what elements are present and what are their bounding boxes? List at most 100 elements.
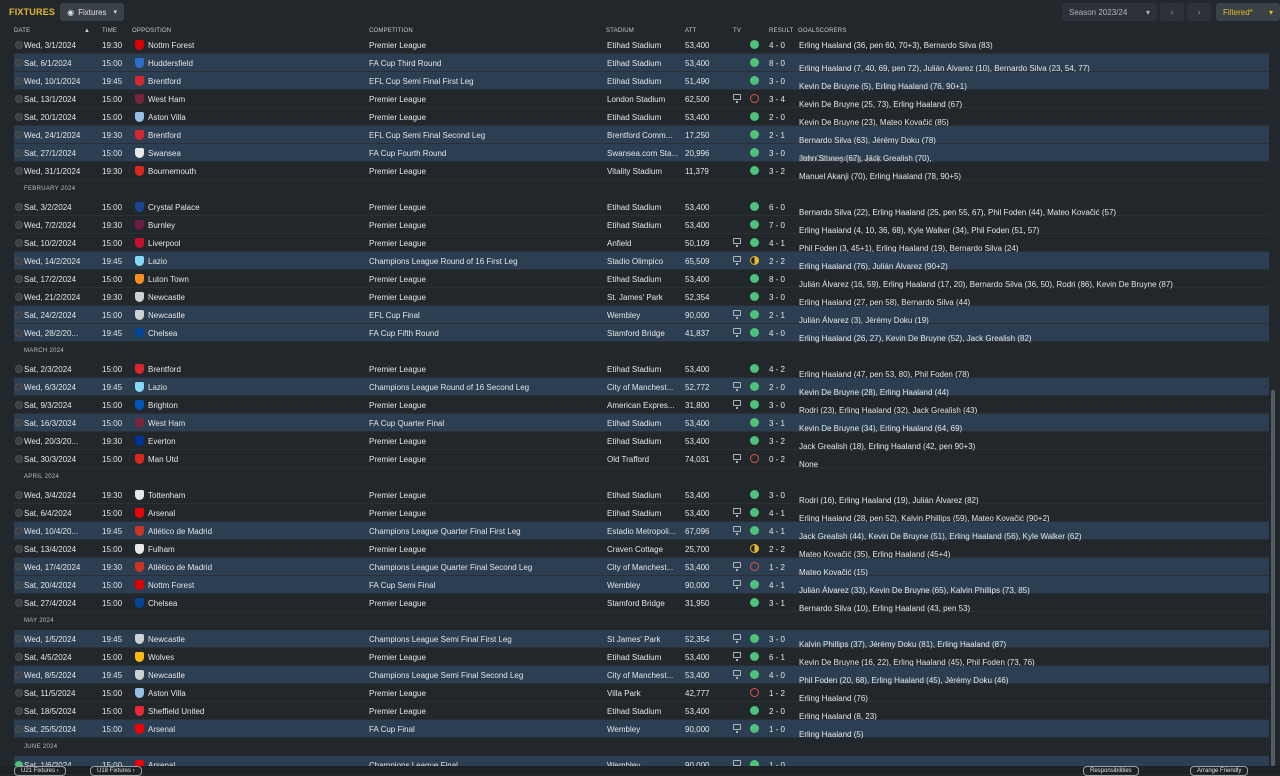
row-opposition[interactable]: Brentford: [148, 365, 181, 374]
row-opposition[interactable]: Brighton: [148, 401, 178, 410]
row-opposition[interactable]: West Ham: [148, 95, 185, 104]
row-competition[interactable]: Premier League: [369, 689, 426, 698]
table-row[interactable]: Sat, 4/5/2024 15:00 Wolves Premier League Et…: [14, 648, 1269, 667]
view-selector[interactable]: ◉ Fixtures ▾: [60, 3, 125, 21]
season-selector[interactable]: Season 2023/24 ▾: [1062, 3, 1157, 21]
row-competition[interactable]: Champions League Round of 16 Second Leg: [369, 383, 529, 392]
row-competition[interactable]: EFL Cup Final: [369, 311, 420, 320]
row-competition[interactable]: FA Cup Semi Final: [369, 581, 435, 590]
responsibilities-button[interactable]: Responsibilities: [1083, 766, 1139, 776]
table-row[interactable]: Wed, 21/2/2024 19:30 Newcastle Premier Leag…: [14, 288, 1269, 307]
row-opposition[interactable]: Burnley: [148, 221, 175, 230]
table-row[interactable]: Wed, 1/5/2024 19:45 Newcastle Champions Lea…: [14, 630, 1269, 649]
table-row[interactable]: Sat, 9/3/2024 15:00 Brighton Premier League…: [14, 396, 1269, 415]
row-opposition[interactable]: Everton: [148, 437, 176, 446]
arrange-friendly-button[interactable]: Arrange Friendly: [1190, 766, 1249, 776]
row-competition[interactable]: Premier League: [369, 653, 426, 662]
row-competition[interactable]: Premier League: [369, 203, 426, 212]
table-row[interactable]: Sat, 13/1/2024 15:00 West Ham Premier Leagu…: [14, 90, 1269, 109]
table-row-partial[interactable]: Wed, 3/1/2024 19:30 Nottm Forest Premier…: [14, 36, 1269, 54]
row-competition[interactable]: Premier League: [369, 221, 426, 230]
row-competition[interactable]: Premier League: [369, 95, 426, 104]
table-row[interactable]: Sat, 27/1/2024 15:00 Swansea FA Cup Fourth …: [14, 144, 1269, 163]
row-opposition[interactable]: Newcastle: [148, 635, 185, 644]
table-row[interactable]: Sat, 11/5/2024 15:00 Aston Villa Premier Le…: [14, 684, 1269, 703]
row-opposition[interactable]: Arsenal: [148, 725, 175, 734]
row-competition[interactable]: EFL Cup Semi Final Second Leg: [369, 131, 485, 140]
row-opposition[interactable]: Wolves: [148, 653, 174, 662]
row-opposition[interactable]: Nottm Forest: [148, 581, 194, 590]
row-opposition[interactable]: Newcastle: [148, 311, 185, 320]
row-opposition[interactable]: Man Utd: [148, 455, 178, 464]
row-competition[interactable]: Champions League Semi Final First Leg: [369, 635, 512, 644]
row-competition[interactable]: EFL Cup Semi Final First Leg: [369, 77, 474, 86]
table-row[interactable]: Sat, 30/3/2024 15:00 Man Utd Premier League…: [14, 450, 1269, 469]
row-competition[interactable]: Champions League Round of 16 First Leg: [369, 257, 518, 266]
u21-fixtures-button[interactable]: U21 Fixtures ›: [14, 766, 66, 776]
row-opposition[interactable]: West Ham: [148, 419, 185, 428]
row-competition[interactable]: Premier League: [369, 491, 426, 500]
row-competition[interactable]: Premier League: [369, 599, 426, 608]
row-opposition[interactable]: Tottenham: [148, 491, 185, 500]
row-opposition[interactable]: Swansea: [148, 149, 181, 158]
table-row[interactable]: Sat, 17/2/2024 15:00 Luton Town Premier Lea…: [14, 270, 1269, 289]
table-row[interactable]: Wed, 8/5/2024 19:45 Newcastle Champions Lea…: [14, 666, 1269, 685]
table-row[interactable]: Wed, 17/4/2024 19:30 Atlético de Madrid Cha…: [14, 558, 1269, 577]
row-opposition[interactable]: Aston Villa: [148, 113, 186, 122]
table-row[interactable]: Wed, 3/4/2024 19:30 Tottenham Premier Leagu…: [14, 486, 1269, 505]
table-row[interactable]: Sat, 2/3/2024 15:00 Brentford Premier Leagu…: [14, 360, 1269, 379]
filter-button[interactable]: Filtered* ▾: [1216, 3, 1280, 21]
row-opposition[interactable]: Luton Town: [148, 275, 189, 284]
row-competition[interactable]: FA Cup Fifth Round: [369, 329, 439, 338]
row-competition[interactable]: Premier League: [369, 509, 426, 518]
table-row[interactable]: Sat, 10/2/2024 15:00 Liverpool Premier Leag…: [14, 234, 1269, 253]
row-opposition[interactable]: Bournemouth: [148, 167, 196, 176]
scrollbar[interactable]: [1271, 390, 1275, 766]
table-row[interactable]: Sat, 20/1/2024 15:00 Aston Villa Premier Le…: [14, 108, 1269, 127]
row-competition[interactable]: Premier League: [369, 275, 426, 284]
next-button[interactable]: ›: [1187, 3, 1211, 21]
row-competition[interactable]: Premier League: [369, 239, 426, 248]
table-row[interactable]: Wed, 24/1/2024 19:30 Brentford EFL Cup Semi…: [14, 126, 1269, 145]
row-competition[interactable]: Premier League: [369, 545, 426, 554]
table-row[interactable]: Wed, 28/2/20... 19:45 Chelsea FA Cup Fifth …: [14, 324, 1269, 343]
u18-fixtures-button[interactable]: U18 Fixtures ›: [90, 766, 142, 776]
row-opposition[interactable]: Newcastle: [148, 293, 185, 302]
previous-button[interactable]: ‹: [1160, 3, 1184, 21]
row-opposition[interactable]: Sheffield United: [148, 707, 204, 716]
row-competition[interactable]: Premier League: [369, 293, 426, 302]
row-competition[interactable]: Premier League: [369, 455, 426, 464]
row-opposition[interactable]: Aston Villa: [148, 689, 186, 698]
row-competition[interactable]: FA Cup Final: [369, 725, 415, 734]
row-opposition[interactable]: Liverpool: [148, 239, 180, 248]
row-opposition[interactable]: Atlético de Madrid: [148, 563, 212, 572]
table-row[interactable]: Sat, 27/4/2024 15:00 Chelsea Premier League…: [14, 594, 1269, 613]
row-competition[interactable]: FA Cup Quarter Final: [369, 419, 444, 428]
row-competition[interactable]: Premier League: [369, 401, 426, 410]
row-competition[interactable]: Premier League: [369, 41, 426, 50]
row-competition[interactable]: Premier League: [369, 167, 426, 176]
row-opposition[interactable]: Fulham: [148, 545, 175, 554]
row-competition[interactable]: Champions League Quarter Final First Leg: [369, 527, 521, 536]
row-opposition[interactable]: Atlético de Madrid: [148, 527, 212, 536]
table-row[interactable]: Sat, 13/4/2024 15:00 Fulham Premier League C…: [14, 540, 1269, 559]
table-row[interactable]: Sat, 20/4/2024 15:00 Nottm Forest FA Cup Se…: [14, 576, 1269, 595]
table-row[interactable]: Sat, 16/3/2024 15:00 West Ham FA Cup Quarte…: [14, 414, 1269, 433]
row-opposition[interactable]: Huddersfield: [148, 59, 193, 68]
table-row[interactable]: Wed, 10/4/20... 19:45 Atlético de Madrid Ch…: [14, 522, 1269, 541]
table-row[interactable]: Sat, 6/4/2024 15:00 Arsenal Premier League E…: [14, 504, 1269, 523]
row-opposition[interactable]: Chelsea: [148, 329, 177, 338]
row-competition[interactable]: Premier League: [369, 113, 426, 122]
table-row[interactable]: Wed, 31/1/2024 19:30 Bournemouth Premier Le…: [14, 162, 1269, 181]
table-row[interactable]: Sat, 25/5/2024 15:00 Arsenal FA Cup Final We…: [14, 720, 1269, 739]
row-opposition[interactable]: Newcastle: [148, 671, 185, 680]
row-opposition[interactable]: Lazio: [148, 257, 167, 266]
row-competition[interactable]: Champions League Quarter Final Second Le…: [369, 563, 532, 572]
row-opposition[interactable]: Chelsea: [148, 599, 177, 608]
table-row[interactable]: Wed, 10/1/2024 19:45 Brentford EFL Cup Semi…: [14, 72, 1269, 91]
table-row[interactable]: Sat, 6/1/2024 15:00 Huddersfield FA Cup Thi…: [14, 54, 1269, 73]
row-opposition[interactable]: Brentford: [148, 131, 181, 140]
row-opposition[interactable]: Brentford: [148, 77, 181, 86]
row-competition[interactable]: Premier League: [369, 707, 426, 716]
table-row[interactable]: Sat, 1/6/2024 15:00 Arsenal Champions Leagu…: [14, 756, 1269, 766]
